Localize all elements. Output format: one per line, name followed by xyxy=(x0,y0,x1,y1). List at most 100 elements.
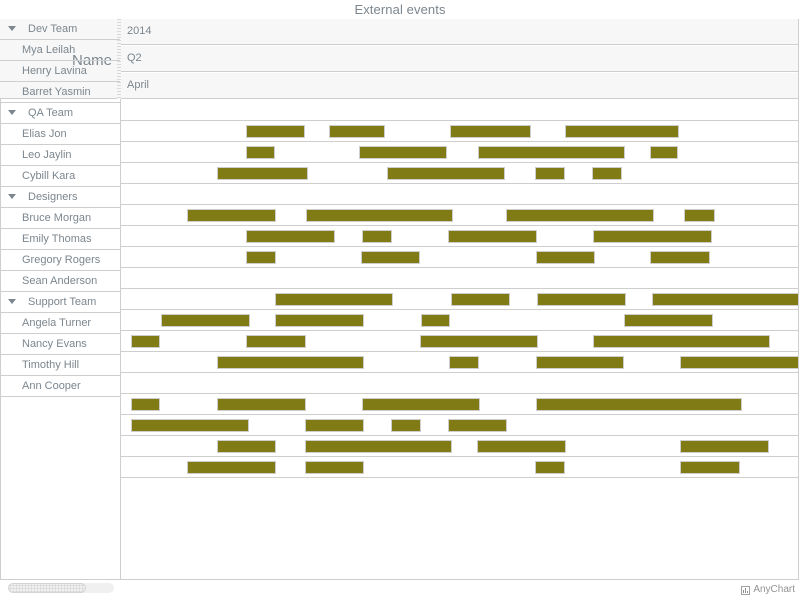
timeline-bar[interactable] xyxy=(275,314,364,327)
grid-row-leo-jaylin[interactable]: Leo Jaylin xyxy=(0,145,120,166)
grid-row-timothy-hill[interactable]: Timothy Hill xyxy=(0,355,120,376)
timeline-header-cell-year: 2014 xyxy=(121,19,799,44)
horizontal-scrollbar[interactable] xyxy=(8,583,114,593)
grid-row-ann-cooper[interactable]: Ann Cooper xyxy=(0,376,120,397)
timeline-bar[interactable] xyxy=(420,335,538,348)
timeline-bar[interactable] xyxy=(650,146,678,159)
grid-row-sean-anderson[interactable]: Sean Anderson xyxy=(0,271,120,292)
grid-group-row-qa-team[interactable]: QA Team xyxy=(0,103,120,124)
grid-group-row-designers[interactable]: Designers xyxy=(0,187,120,208)
timeline-bar[interactable] xyxy=(421,314,450,327)
grid-row-elias-jon[interactable]: Elias Jon xyxy=(0,124,120,145)
timeline-bar[interactable] xyxy=(246,251,276,264)
timeline-bar[interactable] xyxy=(359,146,447,159)
timeline-bar[interactable] xyxy=(217,398,306,411)
grid-row-bruce-morgan[interactable]: Bruce Morgan xyxy=(0,208,120,229)
timeline-bar[interactable] xyxy=(680,440,769,453)
timeline-bar[interactable] xyxy=(624,314,713,327)
timeline-bar[interactable] xyxy=(305,440,452,453)
timeline-bar[interactable] xyxy=(535,461,565,474)
timeline-bar[interactable] xyxy=(161,314,250,327)
timeline-bar[interactable] xyxy=(246,335,306,348)
grid-row-label: Mya Leilah xyxy=(22,44,76,56)
grid-row-label: Dev Team xyxy=(28,23,78,35)
timeline-bar[interactable] xyxy=(187,461,276,474)
grid-row-label: Support Team xyxy=(28,296,97,308)
grid-row-henry-lavina[interactable]: Henry Lavina xyxy=(0,61,120,82)
timeline-row-support-team xyxy=(121,373,799,394)
timeline-bar[interactable] xyxy=(477,440,566,453)
grid-group-row-dev-team[interactable]: Dev Team xyxy=(0,19,120,40)
timeline-row-cybill-kara xyxy=(121,247,799,268)
timeline-bar[interactable] xyxy=(449,356,479,369)
timeline-bar[interactable] xyxy=(246,230,335,243)
timeline-bar[interactable] xyxy=(535,167,565,180)
collapse-triangle-icon[interactable] xyxy=(8,110,16,115)
timeline-row-qa-team xyxy=(121,184,799,205)
timeline-bar[interactable] xyxy=(361,251,420,264)
timeline-bar[interactable] xyxy=(305,461,364,474)
timeline-bar[interactable] xyxy=(650,251,710,264)
timeline-bar[interactable] xyxy=(246,146,275,159)
grid-row-gregory-rogers[interactable]: Gregory Rogers xyxy=(0,250,120,271)
grid-row-angela-turner[interactable]: Angela Turner xyxy=(0,313,120,334)
timeline-bar[interactable] xyxy=(329,125,385,138)
collapse-triangle-icon[interactable] xyxy=(8,299,16,304)
grid-row-nancy-evans[interactable]: Nancy Evans xyxy=(0,334,120,355)
gantt-chart: External events Name Dev Team Mya Leilah H… xyxy=(0,0,800,600)
grid-row-label: Sean Anderson xyxy=(22,275,98,287)
timeline-bar[interactable] xyxy=(478,146,625,159)
horizontal-scrollbar-thumb[interactable] xyxy=(8,583,86,593)
timeline-bar[interactable] xyxy=(593,335,770,348)
timeline-bar[interactable] xyxy=(680,461,740,474)
timeline-header-cell-label: Q2 xyxy=(127,52,142,64)
timeline-bar[interactable] xyxy=(187,209,276,222)
timeline-bar[interactable] xyxy=(362,398,480,411)
timeline-bar[interactable] xyxy=(536,356,624,369)
timeline-bar[interactable] xyxy=(652,293,799,306)
timeline-bar[interactable] xyxy=(451,293,510,306)
collapse-triangle-icon[interactable] xyxy=(8,194,16,199)
timeline-bar[interactable] xyxy=(131,419,249,432)
timeline-row-gregory-rogers xyxy=(121,331,799,352)
timeline-row-bruce-morgan xyxy=(121,289,799,310)
timeline-bar[interactable] xyxy=(593,230,712,243)
timeline-bar[interactable] xyxy=(450,125,531,138)
grid-row-mya-leilah[interactable]: Mya Leilah xyxy=(0,40,120,61)
timeline-bar[interactable] xyxy=(536,398,742,411)
timeline-bar[interactable] xyxy=(306,209,453,222)
timeline-bar[interactable] xyxy=(506,209,654,222)
collapse-triangle-icon[interactable] xyxy=(8,26,16,31)
timeline-bar[interactable] xyxy=(275,293,393,306)
timeline-row-sean-anderson xyxy=(121,352,799,373)
timeline-bar[interactable] xyxy=(217,167,308,180)
timeline-bar[interactable] xyxy=(391,419,421,432)
timeline-bar[interactable] xyxy=(448,230,537,243)
timeline-bar[interactable] xyxy=(246,125,305,138)
timeline-bar[interactable] xyxy=(592,167,622,180)
timeline-bar[interactable] xyxy=(305,419,364,432)
grid-row-label: Angela Turner xyxy=(22,317,92,329)
timeline-bar[interactable] xyxy=(131,335,160,348)
grid-row-cybill-kara[interactable]: Cybill Kara xyxy=(0,166,120,187)
bar-chart-icon xyxy=(741,585,751,595)
timeline-bar[interactable] xyxy=(680,356,799,369)
timeline-body xyxy=(121,100,799,580)
timeline-bar[interactable] xyxy=(387,167,505,180)
timeline-row-designers xyxy=(121,268,799,289)
timeline-bar[interactable] xyxy=(565,125,679,138)
timeline-bar[interactable] xyxy=(448,419,507,432)
timeline-bar[interactable] xyxy=(131,398,160,411)
timeline-bar[interactable] xyxy=(537,293,626,306)
timeline-bar[interactable] xyxy=(684,209,715,222)
timeline-bar[interactable] xyxy=(536,251,595,264)
timeline-bar[interactable] xyxy=(362,230,392,243)
grid-row-barret-yasmin[interactable]: Barret Yasmin xyxy=(0,82,120,103)
timeline-bar[interactable] xyxy=(217,356,364,369)
timeline-bar[interactable] xyxy=(217,440,276,453)
timeline-level-month: April xyxy=(121,73,799,99)
credits[interactable]: AnyChart xyxy=(741,583,795,597)
grid-row-emily-thomas[interactable]: Emily Thomas xyxy=(0,229,120,250)
timeline-header-cell-quarter: Q2 xyxy=(121,46,799,71)
grid-group-row-support-team[interactable]: Support Team xyxy=(0,292,120,313)
